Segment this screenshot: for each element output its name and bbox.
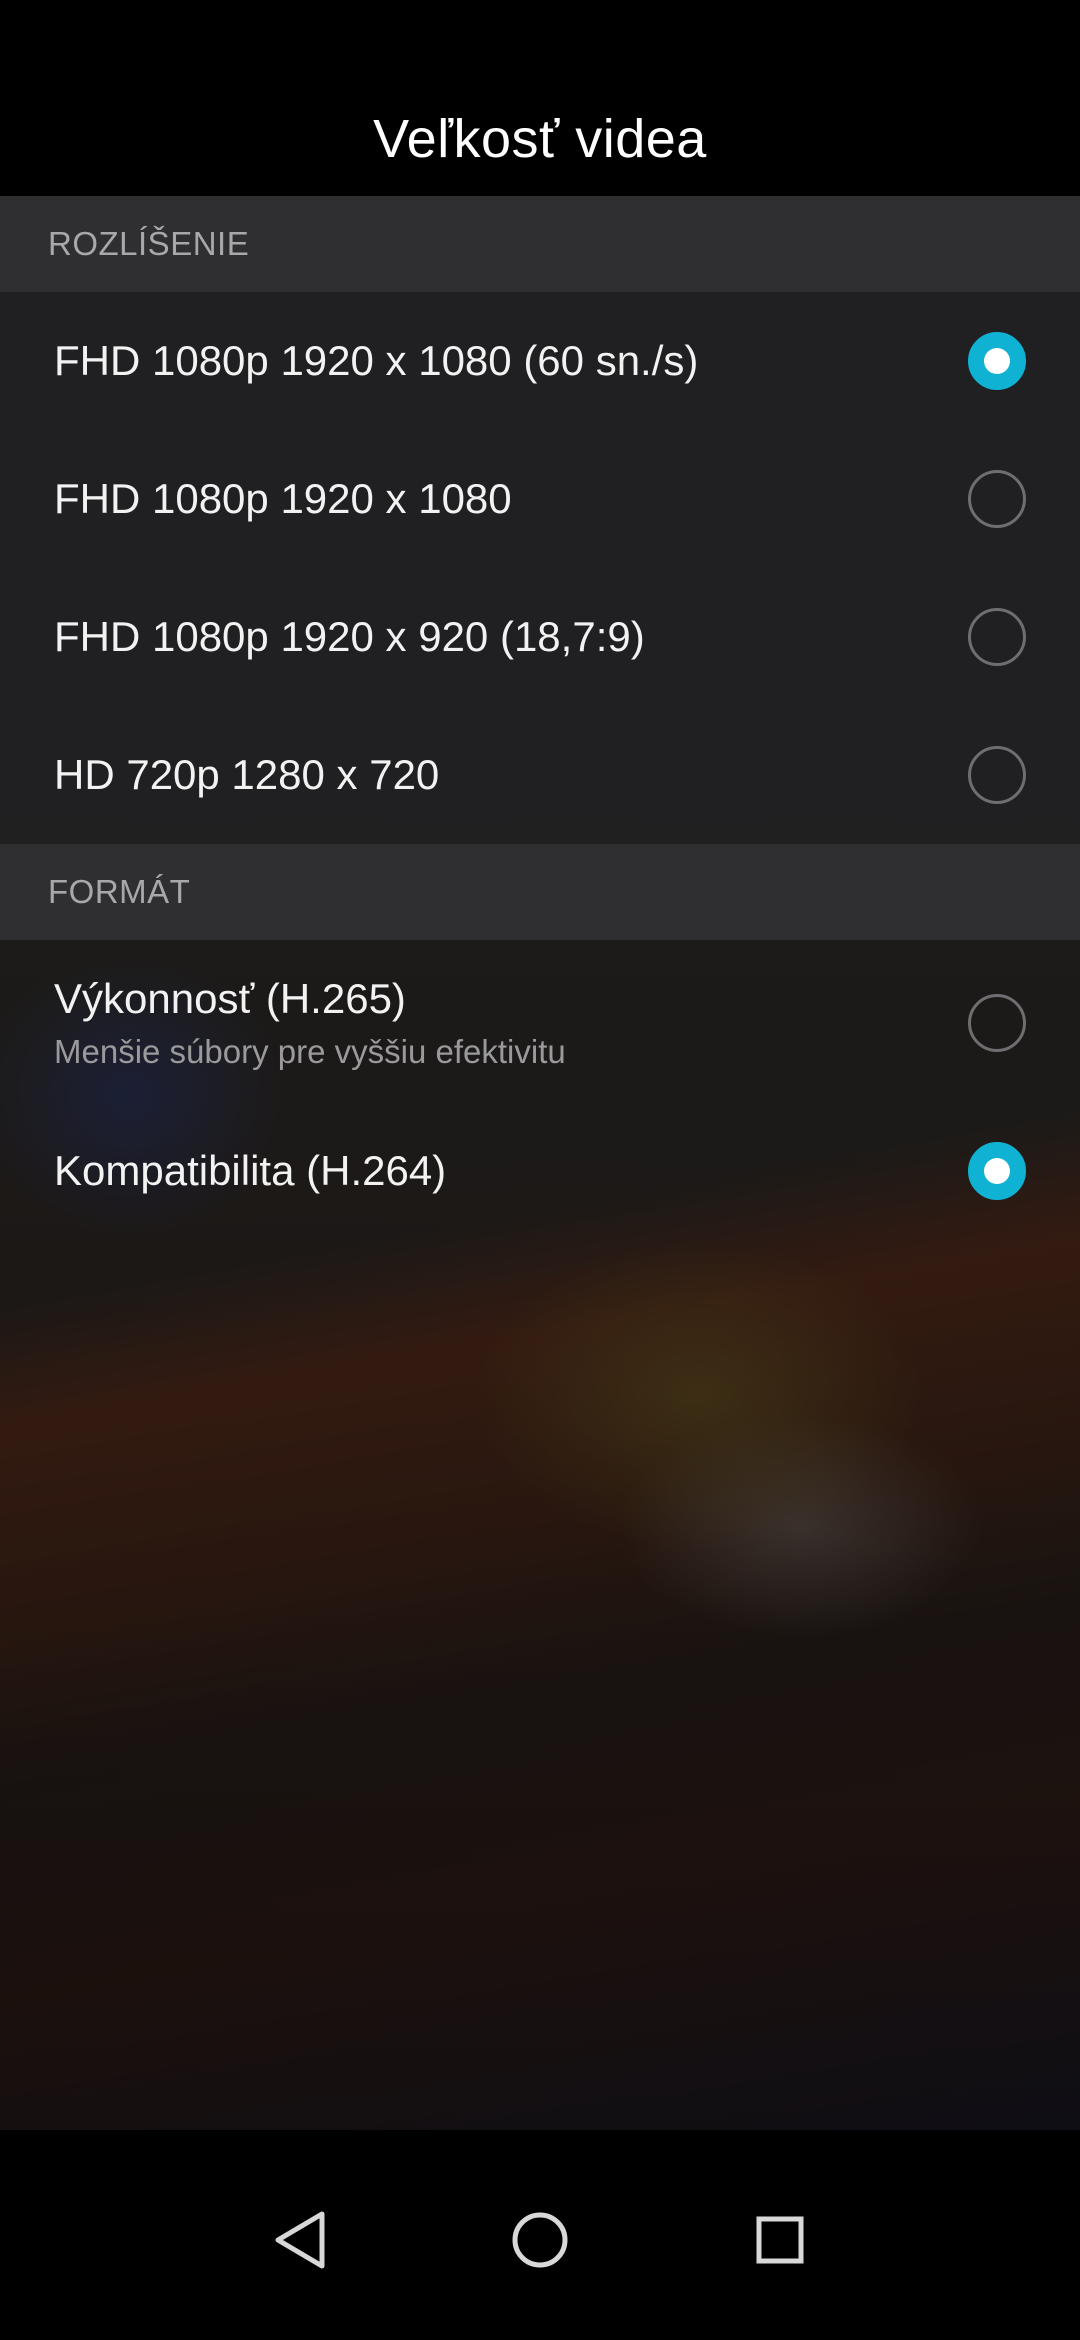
title-bar: Veľkosť videa [0,0,1080,196]
option-label: FHD 1080p 1920 x 1080 [54,475,512,522]
settings-content: ROZLÍŠENIE FHD 1080p 1920 x 1080 (60 sn.… [0,196,1080,2130]
section-header-resolution: ROZLÍŠENIE [0,196,1080,292]
back-button[interactable] [250,2190,350,2290]
option-label: Výkonnosť (H.265) [54,975,406,1022]
option-label: Kompatibilita (H.264) [54,1147,447,1194]
back-icon [275,2211,325,2269]
format-option-h264[interactable]: Kompatibilita (H.264) [0,1106,1080,1236]
option-label: HD 720p 1280 x 720 [54,751,440,798]
resolution-option-fhd-18-7-9[interactable]: FHD 1080p 1920 x 920 (18,7:9) [0,568,1080,706]
radio-button[interactable] [968,470,1026,528]
resolution-option-fhd[interactable]: FHD 1080p 1920 x 1080 [0,430,1080,568]
radio-button-selected[interactable] [968,1142,1026,1200]
radio-button[interactable] [968,746,1026,804]
home-button[interactable] [490,2190,590,2290]
section-title: FORMÁT [48,873,191,910]
page-title: Veľkosť videa [373,109,707,169]
format-option-h265[interactable]: Výkonnosť (H.265) Menšie súbory pre vyšš… [0,940,1080,1106]
option-label: FHD 1080p 1920 x 920 (18,7:9) [54,613,645,660]
resolution-option-hd[interactable]: HD 720p 1280 x 720 [0,706,1080,844]
recents-icon [756,2216,804,2264]
resolution-options: FHD 1080p 1920 x 1080 (60 sn./s) FHD 108… [0,292,1080,844]
radio-button[interactable] [968,994,1026,1052]
radio-button-selected[interactable] [968,332,1026,390]
option-sublabel: Menšie súbory pre vyššiu efektivitu [54,1033,566,1070]
navigation-bar [0,2130,1080,2340]
section-title: ROZLÍŠENIE [48,225,250,262]
radio-button[interactable] [968,608,1026,666]
resolution-option-fhd-60fps[interactable]: FHD 1080p 1920 x 1080 (60 sn./s) [0,292,1080,430]
section-header-format: FORMÁT [0,844,1080,940]
recents-button[interactable] [730,2190,830,2290]
home-icon [512,2212,568,2268]
option-label: FHD 1080p 1920 x 1080 (60 sn./s) [54,337,699,384]
